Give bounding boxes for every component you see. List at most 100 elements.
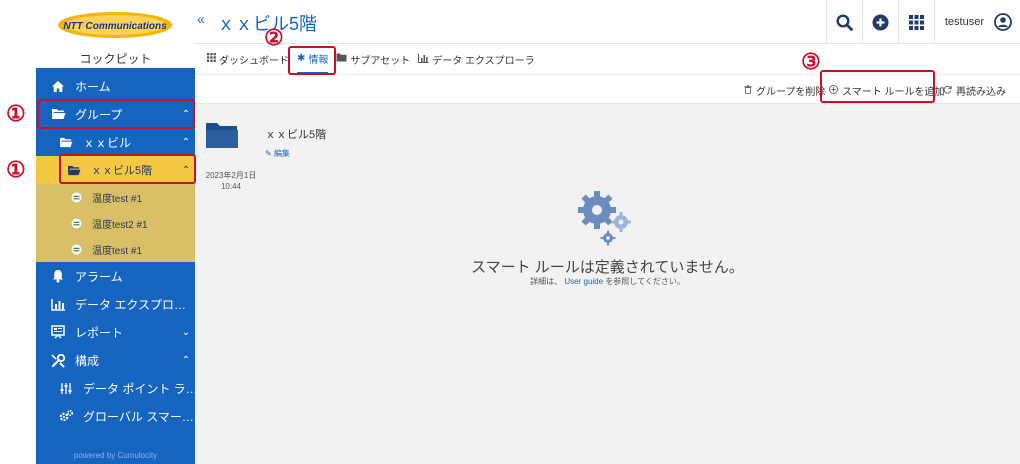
sidebar-item-label: レポート (75, 325, 124, 340)
sidebar-item-building-5f[interactable]: ｘｘビル5階 ⌃ (36, 156, 195, 184)
tab-bar: ダッシュボード ✱ 情報 サブアセット データ エクスプローラ (195, 44, 1020, 74)
asterisk-icon: ✱ (297, 52, 306, 64)
sidebar-item-building[interactable]: ｘｘビル ⌃ (36, 128, 195, 156)
folder-icon (336, 53, 347, 65)
chevron-up-icon: ⌃ (181, 108, 191, 120)
empty-state-suffix: を参照してください。 (605, 277, 685, 286)
created-date-time: 10:44 (220, 182, 242, 191)
sidebar: NTT Communications コックピット ホーム グループ ⌃ ｘｘビ… (36, 0, 195, 464)
action-bar: グループを削除 スマート ルールを追加 再読み込み (195, 74, 1020, 104)
sidebar-item-label: 温度test #1 (92, 245, 143, 257)
sidebar-item-label: ホーム (75, 79, 111, 94)
gears-icon (578, 191, 631, 246)
user-circle-icon (994, 13, 1012, 31)
home-icon (50, 78, 66, 94)
grid-icon (207, 53, 216, 65)
sidebar-item-label: データ ポイント ラ… (83, 381, 195, 396)
wrench-icon (50, 352, 66, 368)
tab-label: ダッシュボード (219, 55, 289, 67)
tab-subassets[interactable]: サブアセット (336, 44, 410, 74)
brand: NTT Communications コックピット (36, 0, 195, 68)
folder-open-icon (58, 134, 74, 150)
sidebar-item-label: ｘｘビル5階 (91, 165, 153, 177)
refresh-icon (943, 85, 952, 97)
app-switcher-button[interactable] (897, 0, 934, 44)
bar-chart-icon (50, 296, 66, 312)
plus-circle-icon (829, 84, 838, 97)
cogs-icon (58, 408, 74, 424)
sidebar-item-label: アラーム (75, 269, 123, 284)
sidebar-item-label: グループ (75, 107, 123, 122)
group-name: ｘｘビル5階 (265, 129, 327, 141)
tab-data-explorer[interactable]: データ エクスプローラ (418, 44, 535, 74)
sidebar-nav: ホーム グループ ⌃ ｘｘビル ⌃ ｘｘビル5階 ⌃ 温度test #1 温度t… (36, 72, 195, 430)
empty-state-subtitle: 詳細は、 User guide を参照してください。 (195, 276, 1020, 287)
add-smart-rule-label: スマート ルールを追加 (842, 87, 945, 98)
edit-link[interactable]: ✎ 編集 (265, 148, 290, 159)
trash-icon (744, 84, 752, 97)
annotation-margin (0, 0, 36, 464)
sidebar-item-alarm[interactable]: アラーム (36, 262, 195, 290)
created-date: 2023年2月1日 10:44 (204, 170, 258, 192)
tab-label: データ エクスプローラ (432, 55, 535, 67)
folder-open-icon (66, 162, 82, 178)
sidebar-item-label: データ エクスプロ… (75, 297, 186, 312)
sidebar-item-group[interactable]: グループ ⌃ (36, 100, 195, 128)
reload-button[interactable]: 再読み込み (943, 83, 1006, 98)
sidebar-item-label: 構成 (75, 353, 100, 368)
sliders-icon (58, 380, 74, 396)
app-root: NTT Communications コックピット ホーム グループ ⌃ ｘｘビ… (0, 0, 1020, 464)
collapse-sidebar-button[interactable]: « (197, 11, 205, 27)
add-smart-rule-button[interactable]: スマート ルールを追加 (829, 83, 944, 98)
sidebar-item-home[interactable]: ホーム (36, 72, 195, 100)
device-icon (68, 241, 84, 257)
logo-text: NTT Communications (63, 21, 167, 32)
top-header: « ｘｘビル5階 testuser (195, 0, 1020, 44)
plus-circle-icon (872, 14, 889, 30)
folder-open-icon (50, 106, 66, 122)
annotation-one: ① (6, 101, 26, 127)
bar-chart-icon (418, 53, 429, 66)
apps-grid-icon (908, 14, 924, 30)
user-guide-link[interactable]: User guide (564, 277, 603, 286)
sidebar-item-label: ｘｘビル (83, 135, 132, 150)
chevron-down-icon: ⌄ (181, 326, 191, 338)
add-button[interactable] (861, 0, 898, 44)
sidebar-item-data-point-library[interactable]: データ ポイント ラ… (36, 374, 195, 402)
device-icon (68, 189, 84, 205)
reload-label: 再読み込み (956, 87, 1006, 98)
pencil-icon: ✎ (265, 149, 272, 158)
sidebar-item-label: 温度test #1 (92, 193, 143, 205)
sidebar-item-device[interactable]: 温度test2 #1 (36, 210, 195, 236)
folder-icon (206, 123, 238, 148)
search-icon (836, 13, 853, 31)
sidebar-item-report[interactable]: レポート ⌄ (36, 318, 195, 346)
sidebar-item-config[interactable]: 構成 ⌃ (36, 346, 195, 374)
empty-state-prefix: 詳細は、 (530, 277, 563, 286)
created-date-day: 2023年2月1日 (205, 171, 257, 180)
empty-state-title: スマート ルールは定義されていません。 (471, 259, 744, 276)
sidebar-item-label: グローバル スマー… (83, 409, 194, 424)
tab-info[interactable]: ✱ 情報 (297, 44, 329, 74)
sidebar-item-data-explorer[interactable]: データ エクスプロ… (36, 290, 195, 318)
annotation-three: ③ (801, 49, 821, 75)
edit-label: 編集 (273, 149, 290, 158)
sidebar-item-device[interactable]: 温度test #1 (36, 236, 195, 262)
chevron-up-icon: ⌃ (181, 354, 191, 366)
delete-group-button[interactable]: グループを削除 (744, 83, 825, 98)
sidebar-item-label: 温度test2 #1 (92, 219, 148, 231)
header-actions: testuser (825, 0, 1020, 44)
tab-label: 情報 (308, 54, 329, 66)
sidebar-item-global-smart-rules[interactable]: グローバル スマー… (36, 402, 195, 430)
delete-group-label: グループを削除 (756, 87, 826, 98)
device-icon (68, 215, 84, 231)
sidebar-item-device[interactable]: 温度test #1 (36, 184, 195, 210)
main-content: 2023年2月1日 10:44 ｘｘビル5階 ✎ 編集 スマート ルールは定義さ… (195, 104, 1020, 464)
search-button[interactable] (825, 0, 862, 44)
tab-label: サブアセット (350, 55, 411, 67)
user-menu[interactable]: testuser (933, 0, 1020, 44)
annotation-two: ② (264, 25, 284, 51)
bell-icon (50, 268, 66, 284)
chevron-up-icon: ⌃ (181, 136, 191, 148)
username: testuser (944, 16, 984, 28)
